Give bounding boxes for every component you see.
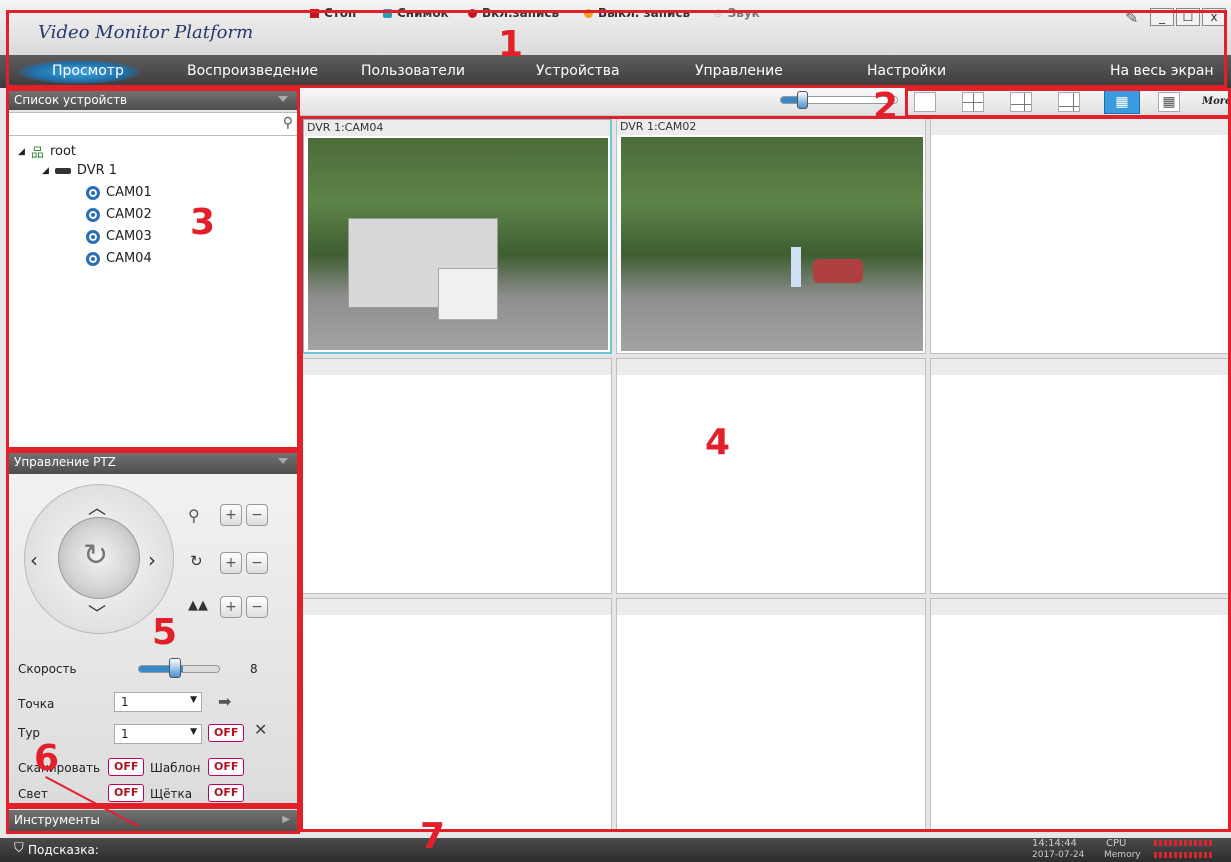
annotation-number: 4 bbox=[705, 422, 731, 463]
status-date: 2017-07-24 bbox=[1032, 850, 1085, 860]
annotation-number: 2 bbox=[873, 86, 899, 127]
cpu-label: CPU bbox=[1106, 838, 1127, 849]
annotation-number: 6 bbox=[34, 738, 60, 779]
annotation-number: 7 bbox=[420, 816, 446, 857]
annotation-box-4 bbox=[300, 116, 1231, 832]
annotation-number: 5 bbox=[152, 612, 178, 653]
shield-icon: ⛉ bbox=[14, 841, 24, 856]
status-bar: ⛉ Подсказка: 14:14:44 2017-07-24 CPU Mem… bbox=[0, 838, 1231, 862]
cpu-meter bbox=[1154, 840, 1212, 846]
annotation-box-6 bbox=[6, 806, 300, 834]
annotation-box-1 bbox=[6, 10, 1227, 88]
annotation-number: 3 bbox=[190, 202, 216, 243]
volume-slider-thumb[interactable] bbox=[797, 91, 808, 109]
annotation-number: 1 bbox=[498, 24, 524, 65]
memory-meter bbox=[1154, 852, 1212, 858]
hint-label: Подсказка: bbox=[28, 843, 99, 857]
annotation-box-3 bbox=[6, 88, 300, 450]
memory-label: Memory bbox=[1104, 850, 1141, 860]
annotation-box-2 bbox=[905, 88, 1231, 118]
status-time: 14:14:44 bbox=[1032, 838, 1077, 849]
